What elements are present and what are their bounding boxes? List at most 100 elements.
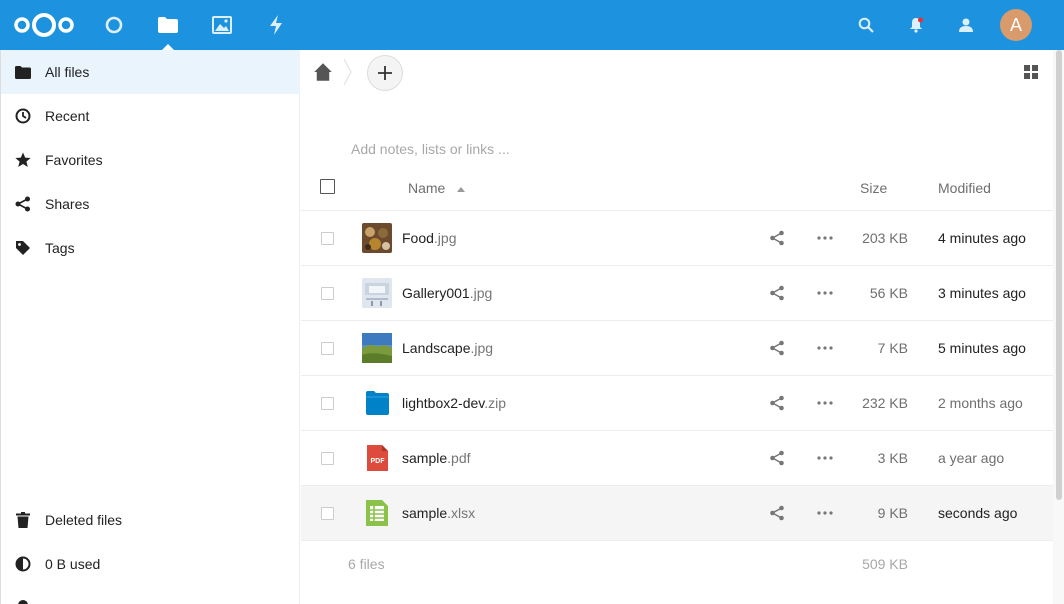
- file-modified: 4 minutes ago: [938, 230, 1026, 246]
- file-list-header: Name Size Modified: [301, 165, 1053, 211]
- sidebar-item-deleted-files[interactable]: Deleted files: [1, 498, 300, 542]
- file-select-checkbox[interactable]: [321, 232, 334, 245]
- clock-icon: [1, 108, 45, 124]
- sidebar-item-label: Recent: [45, 108, 90, 124]
- activity-app-icon[interactable]: [263, 12, 289, 38]
- file-extension: .jpg: [433, 230, 457, 246]
- new-file-button[interactable]: [367, 55, 403, 91]
- search-icon[interactable]: [854, 13, 878, 37]
- photos-app-icon[interactable]: [209, 12, 235, 38]
- file-size: 203 KB: [862, 230, 908, 246]
- sidebar-item-recent[interactable]: Recent: [1, 94, 300, 138]
- rich-workspace-notes[interactable]: Add notes, lists or links ...: [351, 141, 510, 157]
- home-icon[interactable]: [313, 62, 333, 82]
- gear-icon: [1, 586, 45, 604]
- file-thumbnail-icon[interactable]: [362, 278, 392, 308]
- size-column-header[interactable]: Size: [860, 180, 887, 196]
- file-extension: .jpg: [469, 285, 493, 301]
- select-all-checkbox[interactable]: [320, 179, 335, 194]
- name-header-label: Name: [408, 180, 446, 196]
- file-thumbnail-icon[interactable]: [362, 388, 392, 418]
- file-select-checkbox[interactable]: [321, 287, 334, 300]
- file-extension: .jpg: [470, 340, 494, 356]
- file-modified: 3 minutes ago: [938, 285, 1026, 301]
- file-thumbnail-icon[interactable]: [362, 333, 392, 363]
- file-basename: Food: [402, 230, 434, 246]
- file-name[interactable]: Gallery001.jpg: [402, 285, 492, 301]
- grid-view-icon[interactable]: [1023, 64, 1039, 80]
- file-name[interactable]: sample.xlsx: [402, 505, 475, 521]
- folder-icon: [1, 65, 45, 79]
- scrollbar[interactable]: [1053, 50, 1064, 604]
- svg-text:PDF: PDF: [371, 458, 386, 465]
- file-select-checkbox[interactable]: [321, 342, 334, 355]
- files-content: Add notes, lists or links ... Name Size …: [301, 50, 1053, 604]
- sidebar-item-shares[interactable]: Shares: [1, 182, 300, 226]
- file-name[interactable]: lightbox2-dev.zip: [402, 395, 506, 411]
- file-row[interactable]: Landscape.jpg 7 KB 5 minutes ago: [301, 321, 1053, 376]
- file-size: 56 KB: [869, 285, 908, 301]
- file-thumbnail-icon[interactable]: PDF: [362, 443, 392, 473]
- more-actions-icon[interactable]: [816, 395, 834, 411]
- share-icon[interactable]: [769, 285, 785, 301]
- files-app-icon[interactable]: [155, 12, 181, 50]
- name-column-header[interactable]: Name: [408, 180, 466, 196]
- share-icon[interactable]: [769, 395, 785, 411]
- notifications-bell-icon[interactable]: [904, 13, 928, 37]
- tag-icon: [1, 240, 45, 256]
- share-icon[interactable]: [769, 450, 785, 466]
- file-name[interactable]: Food.jpg: [402, 230, 457, 246]
- share-icon[interactable]: [769, 340, 785, 356]
- more-actions-icon[interactable]: [816, 450, 834, 466]
- file-row[interactable]: sample.xlsx 9 KB seconds ago: [301, 486, 1053, 541]
- file-select-checkbox[interactable]: [321, 397, 334, 410]
- scrollbar-thumb[interactable]: [1056, 50, 1062, 500]
- file-count: 6 files: [348, 556, 385, 572]
- total-size: 509 KB: [862, 556, 908, 572]
- file-size: 232 KB: [862, 395, 908, 411]
- file-modified: seconds ago: [938, 505, 1018, 521]
- sidebar-item-label: Deleted files: [45, 512, 123, 528]
- file-modified: a year ago: [938, 450, 1005, 466]
- file-size: 9 KB: [877, 505, 908, 521]
- file-select-checkbox[interactable]: [321, 452, 334, 465]
- sidebar-item-label: Tags: [45, 240, 75, 256]
- user-avatar[interactable]: A: [1000, 9, 1032, 41]
- file-basename: Landscape: [402, 340, 471, 356]
- file-thumbnail-icon[interactable]: [362, 498, 392, 528]
- more-actions-icon[interactable]: [816, 340, 834, 356]
- app-navigation: All files Recent Favorites Shares Tags D…: [0, 50, 300, 604]
- top-header: A: [0, 0, 1064, 50]
- trash-icon: [1, 512, 45, 528]
- share-icon[interactable]: [769, 505, 785, 521]
- sidebar-item-tags[interactable]: Tags: [1, 226, 300, 270]
- file-name[interactable]: Landscape.jpg: [402, 340, 493, 356]
- file-basename: sample: [402, 450, 448, 466]
- more-actions-icon[interactable]: [816, 230, 834, 246]
- file-extension: .pdf: [447, 450, 471, 466]
- breadcrumb-separator: [343, 58, 352, 86]
- file-row[interactable]: Gallery001.jpg 56 KB 3 minutes ago: [301, 266, 1053, 321]
- modified-column-header[interactable]: Modified: [938, 180, 991, 196]
- file-row[interactable]: PDF sample.pdf 3 KB a year ago: [301, 431, 1053, 486]
- file-size: 3 KB: [877, 450, 908, 466]
- quota-usage: 0 B used: [1, 542, 300, 586]
- more-actions-icon[interactable]: [816, 505, 834, 521]
- file-select-checkbox[interactable]: [321, 507, 334, 520]
- star-icon: [1, 152, 45, 168]
- sidebar-item-favorites[interactable]: Favorites: [1, 138, 300, 182]
- dashboard-app-icon[interactable]: [101, 12, 127, 38]
- nextcloud-logo[interactable]: [12, 11, 76, 39]
- file-name[interactable]: sample.pdf: [402, 450, 471, 466]
- file-modified: 5 minutes ago: [938, 340, 1026, 356]
- contacts-icon[interactable]: [954, 13, 978, 37]
- file-basename: Gallery001: [402, 285, 470, 301]
- file-row[interactable]: lightbox2-dev.zip 232 KB 2 months ago: [301, 376, 1053, 431]
- file-row[interactable]: Food.jpg 203 KB 4 minutes ago: [301, 211, 1053, 266]
- more-actions-icon[interactable]: [816, 285, 834, 301]
- sidebar-item-settings[interactable]: [1, 586, 300, 604]
- file-thumbnail-icon[interactable]: [362, 223, 392, 253]
- share-icon[interactable]: [769, 230, 785, 246]
- sidebar-item-all-files[interactable]: All files: [1, 50, 300, 94]
- file-size: 7 KB: [877, 340, 908, 356]
